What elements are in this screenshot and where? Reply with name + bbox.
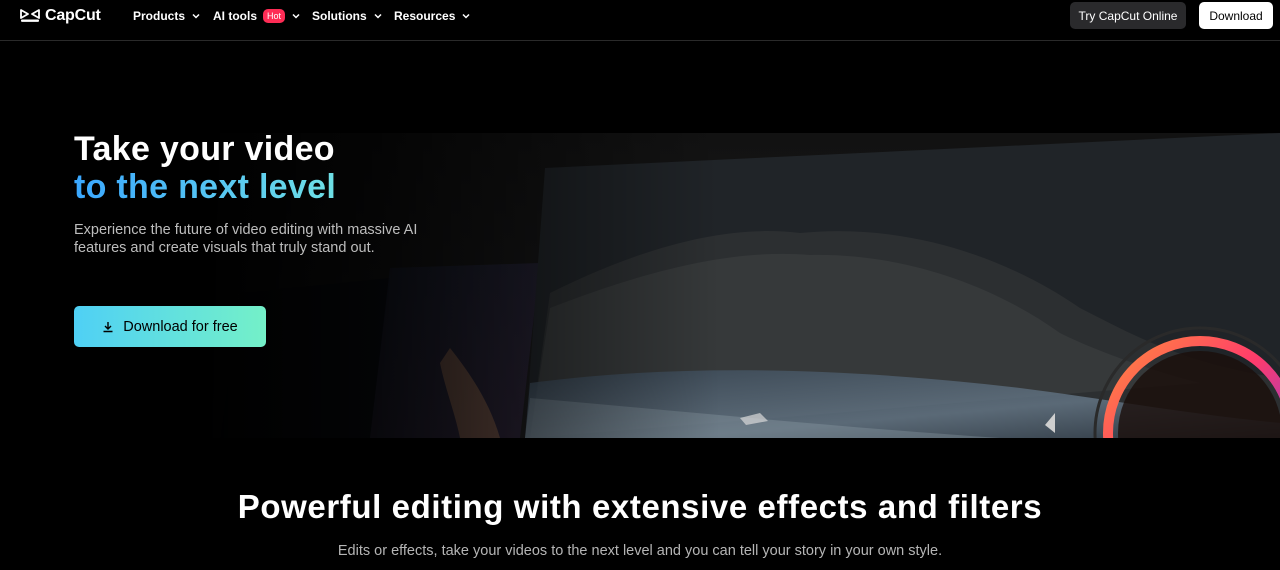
download-icon (103, 321, 113, 332)
nav-ai-tools-label: AI tools (213, 9, 257, 23)
hero-visual (200, 133, 1280, 438)
download-button[interactable]: Download (1199, 2, 1273, 29)
chevron-down-icon (292, 13, 300, 19)
nav-solutions-label: Solutions (312, 9, 367, 23)
download-for-free-label: Download for free (123, 318, 238, 335)
section-title: Powerful editing with extensive effects … (237, 488, 1043, 525)
nav-ai-tools[interactable]: AI tools Hot (213, 8, 301, 24)
nav-resources-label: Resources (394, 9, 456, 23)
hero-title-line1: Take your video (74, 130, 335, 168)
hero-subtitle: Experience the future of video editing w… (74, 222, 418, 256)
logo-text: CapCut (45, 7, 101, 24)
capcut-logo[interactable]: CapCut (20, 6, 101, 26)
nav-resources[interactable]: Resources (394, 8, 471, 24)
chevron-down-icon (462, 13, 470, 19)
chevron-down-icon (192, 13, 200, 19)
capcut-logo-icon (20, 9, 40, 22)
try-capcut-online-button[interactable]: Try CapCut Online (1070, 2, 1186, 29)
nav-products[interactable]: Products (133, 8, 201, 24)
chevron-down-icon (374, 13, 382, 19)
download-for-free-button[interactable]: Download for free (74, 306, 266, 347)
hero-title: Take your video to the next level (74, 130, 336, 206)
top-navigation: CapCut Products AI tools Hot Solutions R… (0, 0, 1280, 41)
nav-solutions[interactable]: Solutions (312, 8, 383, 24)
hero-title-line2: to the next level (74, 168, 337, 206)
nav-products-label: Products (133, 9, 186, 23)
hot-badge: Hot (263, 9, 286, 23)
section-subtitle: Edits or effects, take your videos to th… (337, 543, 943, 559)
hero-image (200, 133, 1280, 438)
